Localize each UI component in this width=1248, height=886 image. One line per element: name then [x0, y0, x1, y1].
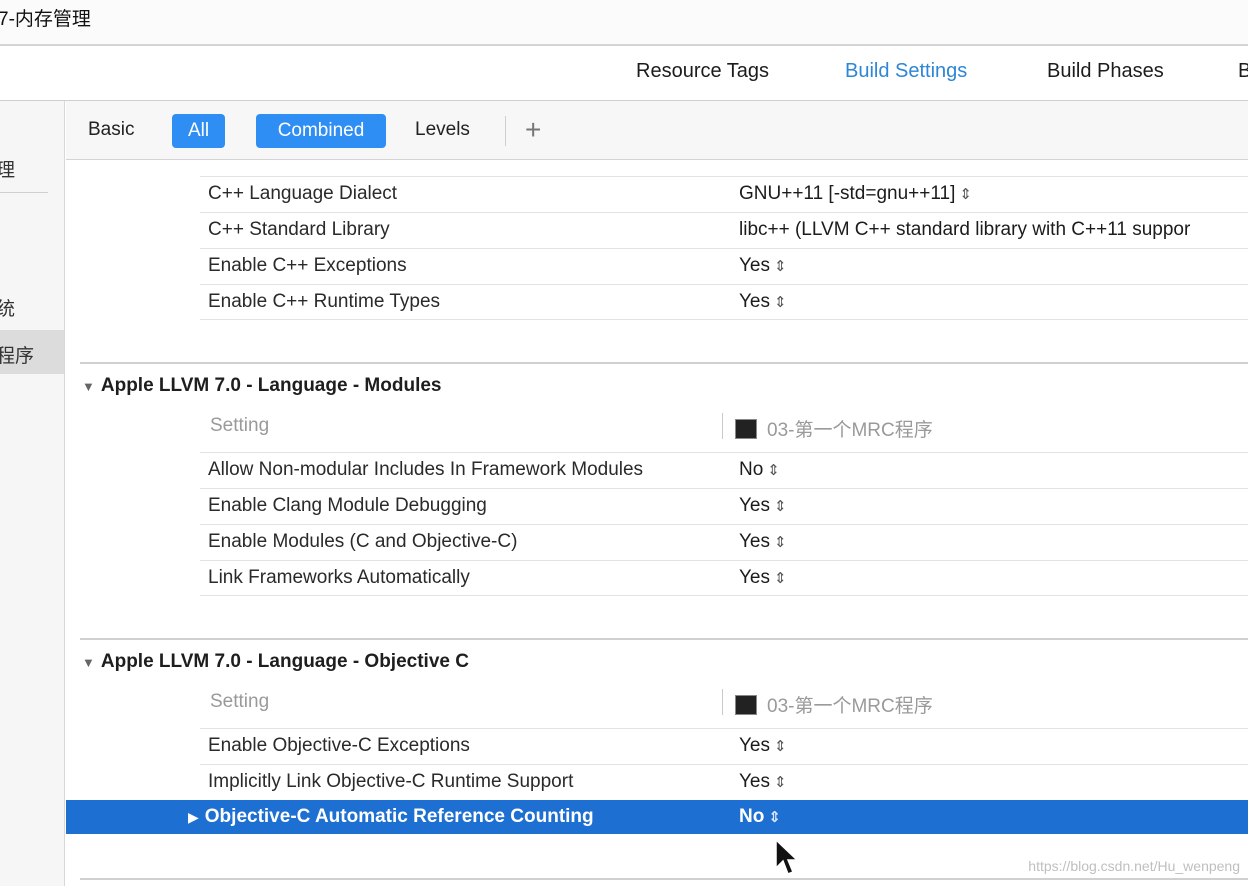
watermark: https://blog.csdn.net/Hu_wenpeng: [1028, 858, 1240, 874]
selected-setting-value[interactable]: No ⇕: [739, 806, 781, 828]
filter-combined-button[interactable]: Combined: [256, 114, 386, 148]
stepper-icon[interactable]: ⇕: [767, 462, 780, 479]
stepper-icon[interactable]: ⇕: [774, 294, 787, 311]
stepper-icon[interactable]: ⇕: [774, 570, 787, 587]
target-column-header: 03-第一个MRC程序: [735, 415, 933, 442]
terminal-app-icon: [735, 695, 757, 715]
row-divider: [200, 212, 1248, 213]
setting-label: C++ Language Dialect: [208, 183, 398, 204]
disclosure-triangle-icon[interactable]: ▼: [82, 655, 95, 670]
setting-value[interactable]: Yes ⇕: [739, 531, 787, 553]
setting-value[interactable]: Yes ⇕: [739, 495, 787, 517]
stepper-icon[interactable]: ⇕: [774, 258, 787, 275]
stepper-icon[interactable]: ⇕: [959, 186, 972, 203]
setting-label: Enable C++ Runtime Types: [208, 291, 441, 312]
stepper-icon[interactable]: ⇕: [774, 738, 787, 755]
row-divider: [200, 560, 1248, 561]
setting-label: C++ Standard Library: [208, 219, 390, 240]
setting-label: Enable Objective-C Exceptions: [208, 735, 470, 756]
row-divider: [200, 764, 1248, 765]
setting-value[interactable]: libc++ (LLVM C++ standard library with C…: [739, 219, 1190, 241]
setting-value[interactable]: GNU++11 [-std=gnu++11] ⇕: [739, 183, 972, 205]
stepper-icon[interactable]: ⇕: [774, 534, 787, 551]
selected-setting-label[interactable]: ▶ Objective-C Automatic Reference Countin…: [188, 806, 594, 828]
row-divider: [200, 488, 1248, 489]
stepper-icon[interactable]: ⇕: [768, 809, 781, 826]
tab-build-phases[interactable]: Build Phases: [1047, 60, 1164, 83]
setting-label: Link Frameworks Automatically: [208, 567, 470, 588]
setting-value[interactable]: Yes ⇕: [739, 567, 787, 589]
row-divider: [200, 248, 1248, 249]
setting-value[interactable]: No ⇕: [739, 459, 780, 481]
tab-resource-tags[interactable]: Resource Tags: [636, 60, 769, 83]
sidebar-item-project[interactable]: 理: [0, 155, 15, 182]
row-divider: [200, 595, 1248, 596]
row-divider: [200, 284, 1248, 285]
setting-column-header: Setting: [210, 415, 270, 436]
row-divider: [200, 176, 1248, 177]
stepper-icon[interactable]: ⇕: [774, 774, 787, 791]
setting-label: Enable Modules (C and Objective-C): [208, 531, 518, 552]
targets-sidebar: [0, 101, 65, 886]
add-setting-icon[interactable]: +: [525, 114, 541, 146]
settings-filter-bar: [66, 101, 1248, 160]
setting-column-header: Setting: [210, 691, 270, 712]
sidebar-item-target[interactable]: 程序: [0, 341, 34, 368]
filter-all-button[interactable]: All: [172, 114, 225, 148]
filter-separator: [505, 116, 506, 146]
section-header-modules[interactable]: ▼ Apple LLVM 7.0 - Language - Modules: [82, 375, 441, 397]
setting-value[interactable]: Yes ⇕: [739, 255, 787, 277]
setting-label: Allow Non-modular Includes In Framework …: [208, 459, 644, 480]
row-divider: [200, 728, 1248, 729]
row-divider: [200, 524, 1248, 525]
setting-label: Enable Clang Module Debugging: [208, 495, 487, 516]
tab-build-rules[interactable]: B: [1238, 60, 1248, 83]
section-divider: [80, 638, 1248, 640]
sidebar-item-system[interactable]: 统: [0, 294, 15, 321]
row-divider: [200, 452, 1248, 453]
row-divider: [200, 319, 1248, 320]
filter-basic-button[interactable]: Basic: [88, 119, 134, 141]
window-titlebar: [0, 0, 1248, 46]
section-header-objective-c[interactable]: ▼ Apple LLVM 7.0 - Language - Objective C: [82, 651, 469, 673]
target-column-header: 03-第一个MRC程序: [735, 691, 933, 718]
setting-label: Implicitly Link Objective-C Runtime Supp…: [208, 771, 574, 792]
disclosure-triangle-icon[interactable]: ▼: [82, 379, 95, 394]
arrow-cursor-icon: [775, 838, 799, 875]
section-divider: [80, 362, 1248, 364]
setting-label: Enable C++ Exceptions: [208, 255, 407, 276]
filter-levels-button[interactable]: Levels: [415, 119, 470, 141]
stepper-icon[interactable]: ⇕: [774, 498, 787, 515]
terminal-app-icon: [735, 419, 757, 439]
section-divider: [80, 878, 1248, 880]
window-title: 7-内存管理: [0, 9, 91, 30]
column-separator: [722, 689, 723, 715]
setting-value[interactable]: Yes ⇕: [739, 771, 787, 793]
setting-value[interactable]: Yes ⇕: [739, 735, 787, 757]
setting-value[interactable]: Yes ⇕: [739, 291, 787, 313]
tab-build-settings[interactable]: Build Settings: [845, 60, 967, 83]
column-separator: [722, 413, 723, 439]
disclosure-triangle-icon[interactable]: ▶: [188, 809, 199, 825]
sidebar-divider: [0, 192, 48, 193]
